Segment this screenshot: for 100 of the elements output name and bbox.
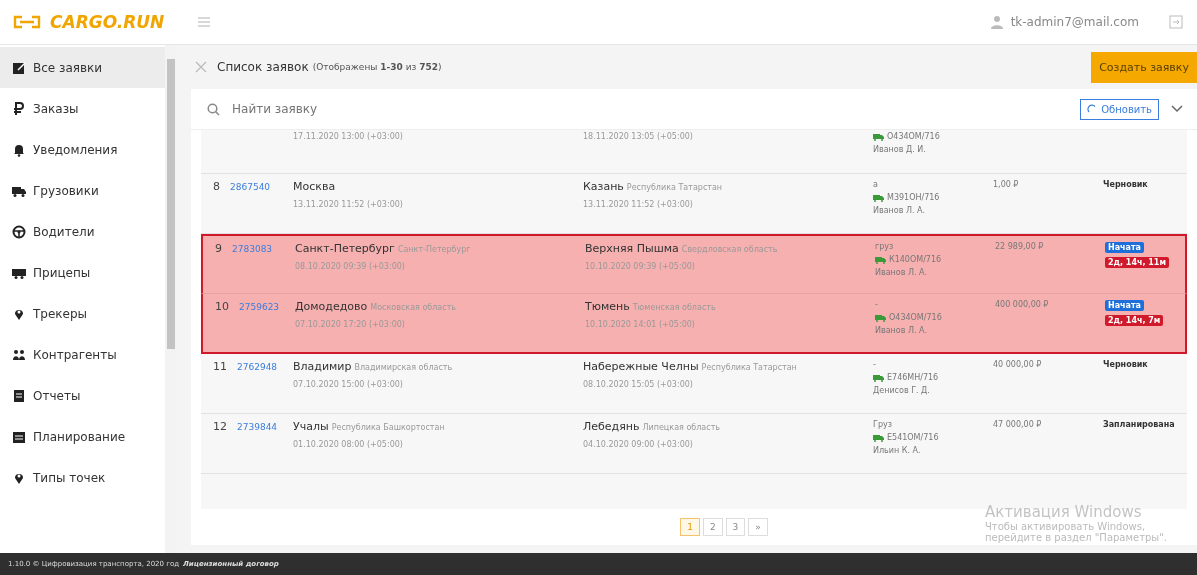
menu-icon[interactable]: [198, 17, 211, 27]
truck-icon: [875, 255, 886, 264]
create-request-button[interactable]: Создать заявку: [1091, 51, 1197, 83]
pickup-date: 07.10.2020 17:20 (+03:00): [295, 320, 406, 329]
price-text: 47 000,00 ₽: [993, 420, 1042, 429]
origin-region: Санкт-Петербург: [397, 245, 471, 254]
price-text: 400 000,00 ₽: [995, 300, 1049, 309]
user-email[interactable]: tk-admin7@mail.com: [1010, 15, 1139, 29]
steering-wheel-icon: [12, 224, 26, 239]
calendar-icon: [12, 429, 26, 444]
destination-region: Республика Татарстан: [701, 363, 797, 372]
sidebar-item[interactable]: Контрагенты: [0, 334, 165, 375]
sidebar-item[interactable]: Уведомления: [0, 129, 165, 170]
origin-region: Московская область: [370, 303, 457, 312]
pickup-date: 13.11.2020 11:52 (+03:00): [293, 200, 404, 209]
price-text: 40 000,00 ₽: [993, 360, 1042, 369]
sidebar-scrollbar[interactable]: [165, 45, 177, 553]
price-text: 1,00 ₽: [993, 180, 1019, 189]
destination-region: Республика Татарстан: [626, 183, 723, 192]
request-id-link[interactable]: 2867540: [230, 180, 271, 192]
status-badge: 2д, 14ч, 11м: [1105, 257, 1169, 268]
table-row[interactable]: 12 2739844 Учалы Республика Башкортостан 01.10.2020 08:00 (+05:00) Лебедянь Липецкая область 04.10.2020 09:00 (+03:00) Груз Е541ОМ/716 Ильин К. А. 47 000,00 ₽ Запланирована: [201, 414, 1187, 474]
page-button[interactable]: »: [748, 518, 768, 536]
sidebar-item[interactable]: Трекеры: [0, 293, 165, 334]
highlighted-table-row[interactable]: 9 2783083 Санкт-Петербург Санкт-Петербург 08.10.2020 09:39 (+03:00) Верхняя Пышма Свердловская область 10.10.2020 09:39 (+05:00) груз К140ОМ/716 Иванов Л. А. 22 989,00 ₽ Начата 2д, 14ч, 11м: [201, 234, 1187, 294]
delivery-date: 08.10.2020 15:05 (+03:00): [583, 380, 694, 389]
cargo-text: груз: [875, 242, 895, 251]
list-title: Список заявок: [217, 60, 309, 74]
truck-icon: [873, 433, 884, 442]
delivery-date: 10.10.2020 09:39 (+05:00): [585, 262, 696, 271]
status-text: Черновик: [1103, 180, 1148, 189]
list-summary: (Отображены 1-30 из 752): [312, 62, 442, 72]
sidebar-item[interactable]: Типы точек: [0, 457, 165, 498]
row-number: 12: [213, 420, 227, 433]
pickup-date: 01.10.2020 08:00 (+05:00): [293, 440, 404, 449]
pickup-date: 07.10.2020 15:00 (+03:00): [293, 380, 404, 389]
driver-name: Иванов Д. И.: [873, 145, 927, 154]
cargo-text: -: [873, 360, 877, 369]
status-text: Запланирована: [1103, 420, 1175, 429]
truck-icon: [875, 313, 886, 322]
driver-name: Денисов Г. Д.: [873, 386, 931, 395]
activation-notice-text: Чтобы активировать Windows, перейдите в раздел "Параметры".: [985, 521, 1169, 543]
logo-icon: [12, 15, 42, 29]
sidebar-item[interactable]: Планирование: [0, 416, 165, 457]
logo-text: CARGO.RUN: [50, 12, 165, 32]
ruble-icon: [12, 101, 26, 116]
cargo-text: Груз: [873, 420, 893, 429]
destination-region: Тюменская область: [632, 303, 716, 312]
origin-region: Республика Башкортостан: [331, 423, 445, 432]
status-badge: Начата: [1105, 300, 1145, 311]
sidebar-item[interactable]: Заказы: [0, 88, 165, 129]
origin-city: Домодедово: [295, 300, 368, 313]
highlighted-table-row[interactable]: 10 2759623 Домодедово Московская область 07.10.2020 17:20 (+03:00) Тюмень Тюменская область 10.10.2020 14:01 (+05:00) - О434ОМ/716 Иванов Л. А. 400 000,00 ₽ Начата 2д, 14ч, 7м: [201, 294, 1187, 354]
refresh-icon: [1087, 104, 1098, 114]
document-icon: [12, 388, 26, 403]
bell-icon: [12, 142, 26, 157]
cargo-text: а: [873, 180, 879, 189]
destination-region: Липецкая область: [642, 423, 721, 432]
delivery-date: 10.10.2020 14:01 (+05:00): [585, 320, 696, 329]
people-icon: [12, 347, 26, 362]
vehicle-number: М391ОН/716: [887, 193, 940, 202]
sidebar-item[interactable]: Все заявки: [0, 47, 165, 88]
destination-city: Казань: [583, 180, 624, 193]
vehicle-number: О434ОМ/716: [887, 132, 940, 141]
row-number: 11: [213, 360, 227, 373]
request-id-link[interactable]: 2762948: [237, 360, 278, 372]
driver-name: Иванов Л. А.: [873, 206, 927, 215]
logout-icon[interactable]: [1169, 15, 1183, 29]
close-icon[interactable]: [195, 61, 207, 73]
sidebar-item[interactable]: Прицепы: [0, 252, 165, 293]
vehicle-number: О434ОМ/716: [889, 313, 942, 322]
request-id-link[interactable]: 2739844: [237, 420, 278, 432]
table-row[interactable]: 11 2762948 Владимир Владимирская область 07.10.2020 15:00 (+03:00) Набережные Челны Республика Татарстан 08.10.2020 15:05 (+03:00) - Е746МН/716 Денисов Г. Д. 40 000,00 ₽ Черновик: [201, 354, 1187, 414]
origin-city: Санкт-Петербург: [295, 242, 395, 255]
destination-city: Лебедянь: [583, 420, 640, 433]
table-row[interactable]: 17.11.2020 13:00 (+03:00) 18.11.2020 13:05 (+05:00) О434ОМ/716 Иванов Д. И.: [201, 130, 1187, 174]
origin-city: Владимир: [293, 360, 352, 373]
truck-icon: [873, 373, 884, 382]
pickup-date: 17.11.2020 13:00 (+03:00): [293, 132, 404, 141]
driver-name: Ильин К. А.: [873, 446, 922, 455]
destination-city: Верхняя Пышма: [585, 242, 679, 255]
row-number: 10: [215, 300, 229, 313]
sidebar-item[interactable]: Водители: [0, 211, 165, 252]
search-icon: [207, 102, 220, 116]
delivery-date: 13.11.2020 11:52 (+03:00): [583, 200, 694, 209]
status-text: Черновик: [1103, 360, 1148, 369]
page-button[interactable]: 3: [725, 518, 746, 536]
cargo-text: -: [875, 300, 879, 309]
page-button[interactable]: 2: [702, 518, 723, 536]
destination-city: Набережные Челны: [583, 360, 699, 373]
delivery-date: 04.10.2020 09:00 (+03:00): [583, 440, 694, 449]
refresh-button[interactable]: Обновить: [1080, 98, 1159, 120]
driver-name: Иванов Л. А.: [875, 326, 929, 335]
origin-city: Учалы: [293, 420, 329, 433]
sidebar-item[interactable]: Грузовики: [0, 170, 165, 211]
row-number: 9: [215, 242, 222, 255]
origin-city: Москва: [293, 180, 336, 193]
chevron-down-icon[interactable]: [1171, 105, 1183, 113]
destination-city: Тюмень: [585, 300, 630, 313]
sidebar-item[interactable]: Отчеты: [0, 375, 165, 416]
